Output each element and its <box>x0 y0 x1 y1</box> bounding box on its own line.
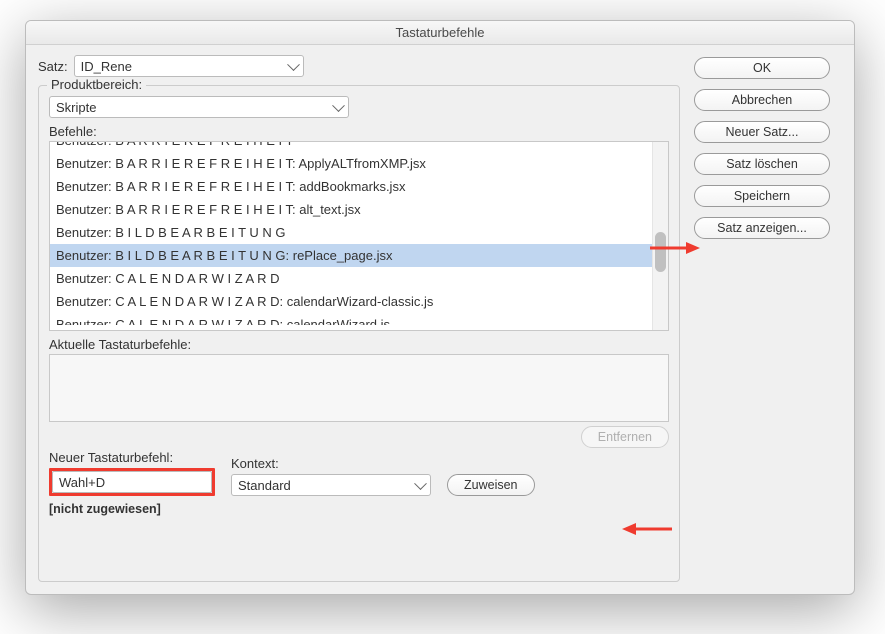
befehle-label: Befehle: <box>49 124 669 139</box>
list-item[interactable]: Benutzer: C A L E N D A R W I Z A R D: c… <box>50 290 652 313</box>
assign-button[interactable]: Zuweisen <box>447 474 535 496</box>
list-item[interactable]: Benutzer: B A R R I E R E F R E I H E I … <box>50 198 652 221</box>
new-set-button[interactable]: Neuer Satz... <box>694 121 830 143</box>
show-set-button[interactable]: Satz anzeigen... <box>694 217 830 239</box>
produktbereich-select[interactable]: Skripte <box>49 96 349 118</box>
list-item[interactable]: Benutzer: B A R R I E R E F R E I H E I … <box>50 141 652 152</box>
cancel-button[interactable]: Abbrechen <box>694 89 830 111</box>
right-button-column: OK Abbrechen Neuer Satz... Satz löschen … <box>694 55 842 582</box>
satz-label: Satz: <box>38 59 68 74</box>
remove-button: Entfernen <box>581 426 669 448</box>
list-item[interactable]: Benutzer: B A R R I E R E F R E I H E I … <box>50 152 652 175</box>
list-item[interactable]: Benutzer: B I L D B E A R B E I T U N G:… <box>50 244 652 267</box>
list-item[interactable]: Benutzer: B A R R I E R E F R E I H E I … <box>50 175 652 198</box>
current-shortcuts-label: Aktuelle Tastaturbefehle: <box>49 337 669 352</box>
dialog-window: Tastaturbefehle Satz: ID_Rene Produktber… <box>25 20 855 595</box>
produktbereich-group: Produktbereich: Skripte Befehle: Benutze… <box>38 85 680 582</box>
list-item[interactable]: Benutzer: C A L E N D A R W I Z A R D: c… <box>50 313 652 325</box>
window-title: Tastaturbefehle <box>26 21 854 45</box>
list-item[interactable]: Benutzer: B I L D B E A R B E I T U N G <box>50 221 652 244</box>
satz-select[interactable]: ID_Rene <box>74 55 304 77</box>
scrollbar-thumb[interactable] <box>655 232 666 272</box>
delete-set-button[interactable]: Satz löschen <box>694 153 830 175</box>
list-item[interactable]: Benutzer: C A L E N D A R W I Z A R D <box>50 267 652 290</box>
current-shortcuts-box <box>49 354 669 422</box>
context-label: Kontext: <box>231 456 431 471</box>
context-select[interactable]: Standard <box>231 474 431 496</box>
new-shortcut-label: Neuer Tastaturbefehl: <box>49 450 215 465</box>
ok-button[interactable]: OK <box>694 57 830 79</box>
save-button[interactable]: Speichern <box>694 185 830 207</box>
produktbereich-label: Produktbereich: <box>47 77 146 92</box>
new-shortcut-highlight <box>49 468 215 496</box>
new-shortcut-input[interactable] <box>52 471 212 493</box>
status-text: [nicht zugewiesen] <box>49 502 669 516</box>
commands-listbox[interactable]: Benutzer: B A R R I E R E F R E I H E I … <box>49 141 669 331</box>
scrollbar[interactable] <box>652 142 668 330</box>
